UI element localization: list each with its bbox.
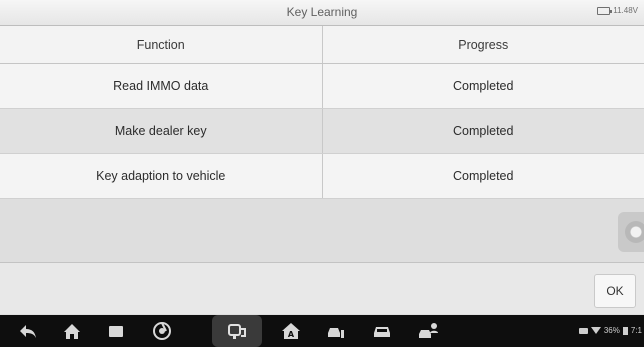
action-bar: OK (0, 263, 644, 314)
system-nav-bar: A 36% 7:1 (0, 315, 644, 347)
ok-button[interactable]: OK (594, 274, 636, 308)
system-status: 36% 7:1 (578, 326, 642, 335)
back-icon[interactable] (18, 322, 38, 340)
vci-icon[interactable] (227, 322, 247, 340)
browser-icon[interactable] (152, 322, 172, 340)
wifi-icon (590, 327, 601, 334)
progress-cell: Completed (453, 169, 514, 183)
floating-menu-icon (625, 221, 644, 243)
battery-percent: 36% (603, 326, 620, 335)
car-icon[interactable] (372, 322, 392, 340)
car-shop-icon[interactable] (326, 322, 346, 340)
key-learning-screen: Key Learning 11.48V Function Progress Re… (0, 0, 644, 347)
floating-menu-button[interactable] (618, 212, 644, 252)
title-bar: Key Learning 11.48V (0, 0, 644, 26)
function-cell: Read IMMO data (0, 64, 323, 108)
function-cell: Make dealer key (0, 109, 323, 153)
battery-voltage: 11.48V (613, 6, 638, 15)
home-icon[interactable] (62, 322, 82, 340)
progress-cell: Completed (453, 79, 514, 93)
recent-apps-icon[interactable] (106, 322, 126, 340)
clock: 7:1 (630, 326, 642, 335)
progress-table: Function Progress Read IMMO data Complet… (0, 26, 644, 199)
car-user-icon[interactable] (418, 322, 438, 340)
table-row: Read IMMO data Completed (0, 64, 644, 109)
svg-text:A: A (288, 330, 295, 339)
progress-cell: Completed (453, 124, 514, 138)
autel-home-icon[interactable]: A (281, 322, 301, 340)
function-cell: Key adaption to vehicle (0, 154, 323, 198)
page-title: Key Learning (286, 5, 358, 19)
column-header-progress: Progress (458, 37, 509, 52)
battery-status: 11.48V (597, 6, 638, 15)
column-header-function: Function (0, 26, 323, 63)
table-header: Function Progress (0, 26, 644, 64)
battery-icon (622, 326, 628, 335)
table-row: Make dealer key Completed (0, 109, 644, 154)
car-battery-icon (597, 6, 613, 15)
message-icon (578, 327, 588, 334)
table-row: Key adaption to vehicle Completed (0, 154, 644, 199)
